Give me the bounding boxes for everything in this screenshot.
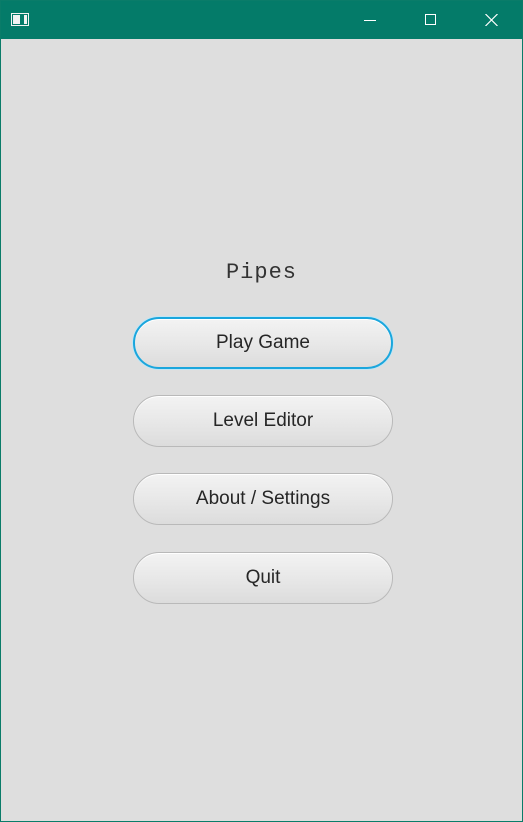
quit-button[interactable]: Quit <box>133 552 393 604</box>
close-button[interactable] <box>461 1 521 39</box>
level-editor-button[interactable]: Level Editor <box>133 395 393 447</box>
main-menu: Pipes Play Game Level Editor About / Set… <box>1 39 522 821</box>
maximize-icon <box>425 14 436 25</box>
maximize-button[interactable] <box>400 1 460 39</box>
app-window: Pipes Play Game Level Editor About / Set… <box>0 0 523 822</box>
minimize-icon <box>364 20 376 21</box>
play-game-button[interactable]: Play Game <box>133 317 393 369</box>
title-bar[interactable] <box>1 1 522 39</box>
close-icon <box>485 14 498 26</box>
game-title: Pipes <box>225 260 297 285</box>
app-window-icon[interactable] <box>11 13 29 26</box>
about-settings-button[interactable]: About / Settings <box>133 473 393 525</box>
minimize-button[interactable] <box>340 1 400 39</box>
